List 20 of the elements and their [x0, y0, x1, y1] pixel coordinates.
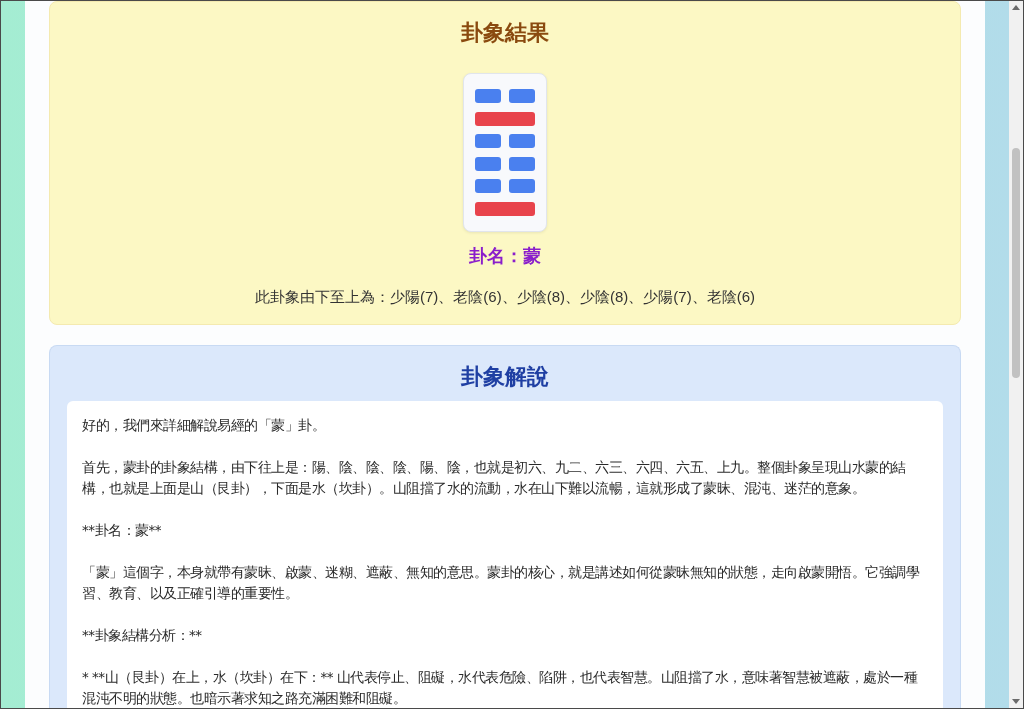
scroll-up-icon[interactable] — [1012, 5, 1020, 10]
solid-bar-icon — [475, 111, 535, 126]
paragraph-text: * **山（艮卦）在上，水（坎卦）在下：** 山代表停止、阻礙，水代表危險、陷阱，也代表智慧。山阻擋了水，意味著智慧被遮蔽，處於一種混沌不明的狀態。也暗示著求知之路充滿困難和阻礙。 — [82, 667, 919, 708]
paragraph-text: 「蒙」這個字，本身就帶有蒙昧、啟蒙、迷糊、遮蔽、無知的意思。蒙卦的核心，就是講述如何從蒙昧無知的狀態，走向啟蒙開悟。它強調學習、教育、以及正確引導的重要性。 — [82, 562, 921, 603]
section-title: 卦象結果 — [461, 19, 549, 47]
paragraph-text: 好的，我們來詳細解說易經的「蒙」卦。 — [82, 415, 326, 435]
broken-bar-icon — [475, 89, 535, 103]
broken-bar-icon — [475, 179, 535, 193]
paragraph-text: **卦名：蒙** — [82, 520, 162, 540]
section-title: 卦象解說 — [460, 362, 550, 391]
solid-bar-icon — [475, 201, 535, 216]
scrollbar-thumb[interactable] — [1012, 148, 1020, 378]
hexagram-name: 卦名：蒙 — [469, 244, 541, 268]
broken-bar-icon — [475, 156, 535, 171]
scroll-down-icon[interactable] — [1012, 699, 1020, 704]
paragraph-text: **卦象結構分析：** — [82, 625, 203, 645]
line-sequence-text: 此卦象由下至上為：少陽(7)、老陰(6)、少陰(8)、少陰(8)、少陽(7)、老陰(6) — [255, 286, 755, 307]
paragraph-text: 首先，蒙卦的卦象結構，由下往上是：陽、陰、陰、陰、陽、陰，也就是初六、九二、六三、六四、六五、上九。整個卦象呈現山水蒙的結構，也就是上面是山（艮卦），下面是水（坎卦）。山阻擋了水的流動，水在山下難以流暢，這就形成了蒙昧、混沌、迷茫的意象。 — [82, 457, 907, 498]
scrollbar-track[interactable] — [1009, 1, 1023, 708]
broken-bar-icon — [475, 134, 535, 148]
